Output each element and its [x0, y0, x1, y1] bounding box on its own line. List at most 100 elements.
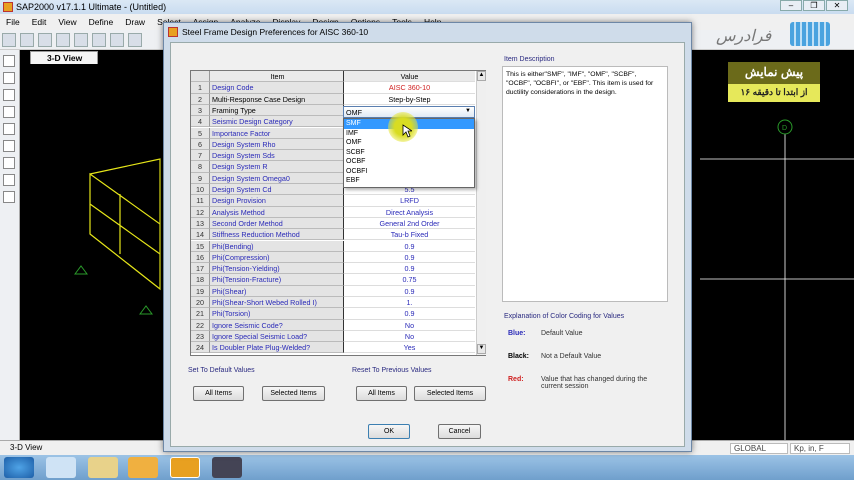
ok-button[interactable]: OK	[368, 424, 410, 439]
table-row[interactable]: 15 Phi(Bending) 0.9	[191, 240, 475, 252]
draw-frame-icon[interactable]	[3, 89, 15, 101]
row-item: Second Order Method	[210, 217, 344, 230]
option-ocbfi[interactable]: OCBFI	[344, 167, 474, 177]
menu-define[interactable]: Define	[83, 14, 120, 30]
tab-3d-view[interactable]: 3-D View	[30, 51, 98, 64]
table-row[interactable]: 20 Phi(Shear-Short Webed Rolled I) 1.	[191, 297, 475, 309]
ie-taskbar-icon[interactable]	[46, 457, 76, 478]
row-number: 24	[191, 342, 210, 354]
table-row[interactable]: 13 Second Order Method General 2nd Order	[191, 217, 475, 230]
option-ocbf[interactable]: OCBF	[344, 157, 474, 167]
table-row[interactable]: 21 Phi(Torsion) 0.9	[191, 308, 475, 320]
row-value[interactable]: 1.	[344, 297, 475, 309]
draw-line-icon[interactable]	[3, 106, 15, 118]
reset-selected-items-button[interactable]: Selected Items	[414, 386, 486, 401]
item-description-label: Item Description	[504, 56, 555, 63]
option-scbf[interactable]: SCBF	[344, 148, 474, 158]
row-value[interactable]: No	[344, 320, 475, 331]
row-number: 14	[191, 229, 210, 241]
row-item: Design System Cd	[210, 184, 344, 196]
row-item: Framing Type	[210, 104, 344, 117]
row-value[interactable]: 0.9	[344, 286, 475, 297]
start-button[interactable]	[4, 457, 34, 478]
row-value[interactable]: 0.9	[344, 308, 475, 320]
menu-edit[interactable]: Edit	[26, 14, 53, 30]
minimize-button[interactable]: –	[780, 0, 802, 11]
table-row[interactable]: 22 Ignore Seismic Code? No	[191, 319, 475, 331]
save-icon[interactable]	[38, 33, 52, 47]
cancel-button[interactable]: Cancel	[438, 424, 481, 439]
table-row[interactable]: 17 Phi(Tension-Yielding) 0.9	[191, 263, 475, 275]
row-number: 3	[191, 104, 210, 117]
row-value[interactable]: Tau-b Fixed	[344, 229, 475, 241]
select-icon[interactable]	[3, 72, 15, 84]
media-player-taskbar-icon[interactable]	[128, 457, 158, 478]
reset-all-items-button[interactable]: All Items	[356, 386, 407, 401]
row-value[interactable]: Direct Analysis	[344, 207, 475, 218]
lock-icon[interactable]	[128, 33, 142, 47]
table-row[interactable]: 12 Analysis Method Direct Analysis	[191, 206, 475, 218]
pointer-icon[interactable]	[3, 55, 15, 67]
windows-taskbar	[0, 455, 854, 480]
pencil-icon[interactable]	[110, 33, 124, 47]
faradars-logo: فرادرس	[712, 20, 832, 50]
units-select[interactable]: Kp, in, F	[790, 443, 850, 454]
chevron-down-icon[interactable]: ▼	[465, 108, 471, 114]
draw-brace-icon[interactable]	[3, 123, 15, 135]
mouse-cursor-highlight	[388, 112, 418, 142]
row-value[interactable]: General 2nd Order	[344, 218, 475, 230]
maximize-button[interactable]: ❐	[803, 0, 825, 11]
scroll-up-icon[interactable]: ▲	[477, 71, 486, 81]
table-row[interactable]: 23 Ignore Special Seismic Load? No	[191, 330, 475, 343]
option-ebf[interactable]: EBF	[344, 176, 474, 186]
grid-scrollbar[interactable]: ▲ ▼	[476, 71, 486, 355]
menu-view[interactable]: View	[52, 14, 82, 30]
preview-title: پیش نمایش	[728, 62, 820, 84]
draw-rect-icon[interactable]	[3, 157, 15, 169]
table-row[interactable]: 16 Phi(Compression) 0.9	[191, 251, 475, 264]
close-button[interactable]: ✕	[826, 0, 848, 11]
table-row[interactable]: 18 Phi(Tension-Fracture) 0.75	[191, 274, 475, 286]
sap2000-app-icon	[3, 2, 13, 12]
row-value[interactable]: 0.9	[344, 241, 475, 252]
explorer-taskbar-icon[interactable]	[88, 457, 118, 478]
draw-joint-icon[interactable]	[3, 174, 15, 186]
row-value[interactable]: No	[344, 331, 475, 343]
select-all-icon[interactable]	[3, 191, 15, 203]
coord-system-select[interactable]: GLOBAL	[730, 443, 788, 454]
row-number: 8	[191, 161, 210, 173]
table-row[interactable]: 11 Design Provision LRFD	[191, 195, 475, 207]
color-meaning: Value that has changed during the curren…	[541, 376, 648, 390]
table-row[interactable]: 14 Stiffness Reduction Method Tau-b Fixed	[191, 229, 475, 241]
row-number: 17	[191, 263, 210, 275]
item-description-text: This is either"SMF", "IMF", "OMF", "SCBF…	[506, 71, 654, 96]
row-value[interactable]: Step-by-Step	[344, 94, 475, 105]
sap2000-taskbar-icon[interactable]	[170, 457, 200, 478]
table-row[interactable]: 1 Design Code AISC 360-10	[191, 82, 475, 94]
row-value[interactable]: LRFD	[344, 195, 475, 207]
row-item: Phi(Compression)	[210, 251, 344, 264]
column-header-item: Item	[210, 71, 344, 83]
scroll-down-icon[interactable]: ▼	[477, 344, 486, 354]
open-file-icon[interactable]	[20, 33, 34, 47]
default-all-items-button[interactable]: All Items	[193, 386, 244, 401]
default-selected-items-button[interactable]: Selected Items	[262, 386, 325, 401]
draw-area-icon[interactable]	[3, 140, 15, 152]
table-row[interactable]: 24 Is Doubler Plate Plug-Welded? Yes	[191, 342, 475, 354]
set-default-label: Set To Default Values	[188, 367, 255, 374]
recorder-taskbar-icon[interactable]	[212, 457, 242, 478]
table-row[interactable]: 19 Phi(Shear) 0.9	[191, 285, 475, 297]
row-value[interactable]: 0.9	[344, 252, 475, 264]
redo-icon[interactable]	[92, 33, 106, 47]
undo-icon[interactable]	[74, 33, 88, 47]
menu-file[interactable]: File	[0, 14, 26, 30]
row-value[interactable]: 0.75	[344, 274, 475, 286]
row-value[interactable]: Yes	[344, 342, 475, 354]
table-row[interactable]: 2 Multi-Response Case Design Step-by-Step	[191, 93, 475, 105]
row-item: Seismic Design Category	[210, 116, 344, 128]
print-icon[interactable]	[56, 33, 70, 47]
row-value[interactable]: 0.9	[344, 263, 475, 275]
menu-draw[interactable]: Draw	[119, 14, 151, 30]
new-file-icon[interactable]	[2, 33, 16, 47]
row-value[interactable]: AISC 360-10	[344, 82, 475, 94]
